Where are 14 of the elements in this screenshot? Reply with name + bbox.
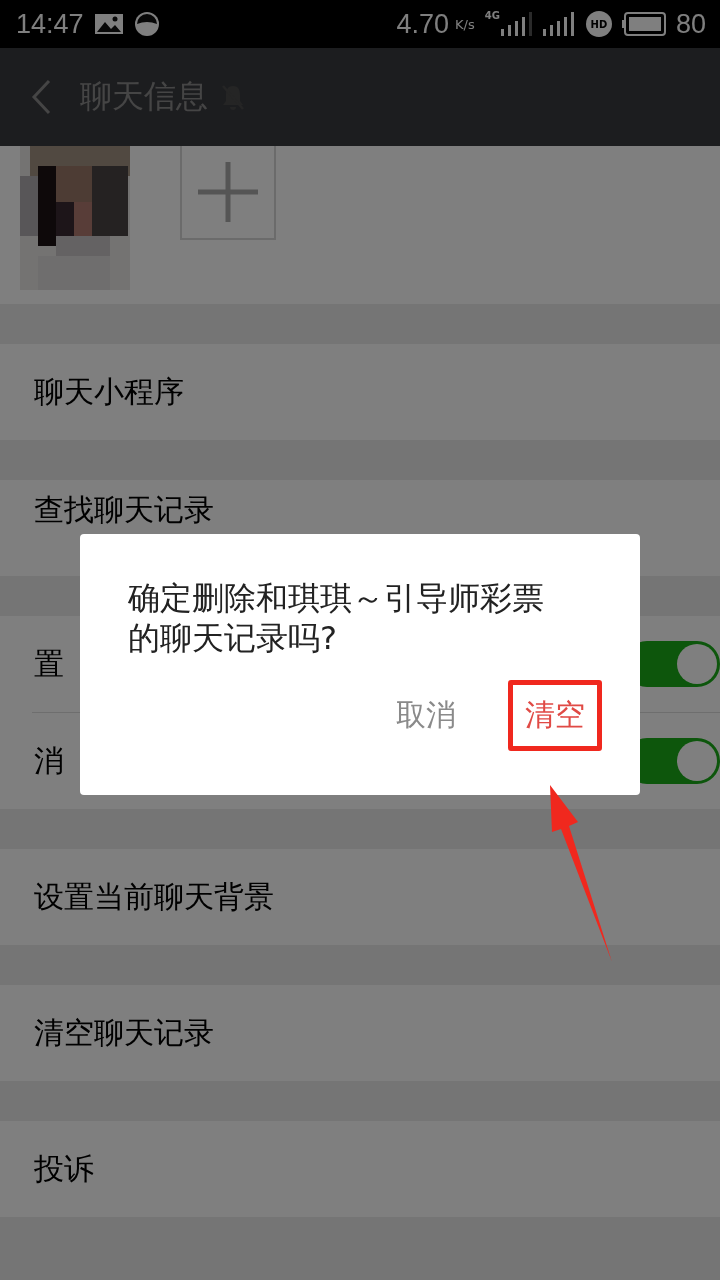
row-label: 查找聊天记录 <box>34 491 214 529</box>
hd-badge: HD <box>585 11 612 37</box>
row-label: 消 <box>34 741 64 780</box>
speed-unit: K/s <box>455 16 475 32</box>
row-label: 聊天小程序 <box>34 372 184 411</box>
network-speed: 4.70 <box>396 8 450 40</box>
row-label: 设置当前聊天背景 <box>34 877 274 916</box>
network-type: 4G <box>484 10 500 21</box>
row-label: 投诉 <box>34 1149 94 1188</box>
row-label: 清空聊天记录 <box>34 1013 214 1052</box>
battery-level: 80 <box>675 8 706 40</box>
dialog-message: 确定删除和琪琪～引导师彩票的聊天记录吗? <box>128 578 545 658</box>
row-label: 置 <box>34 644 64 683</box>
clock: 14:47 <box>16 8 84 40</box>
